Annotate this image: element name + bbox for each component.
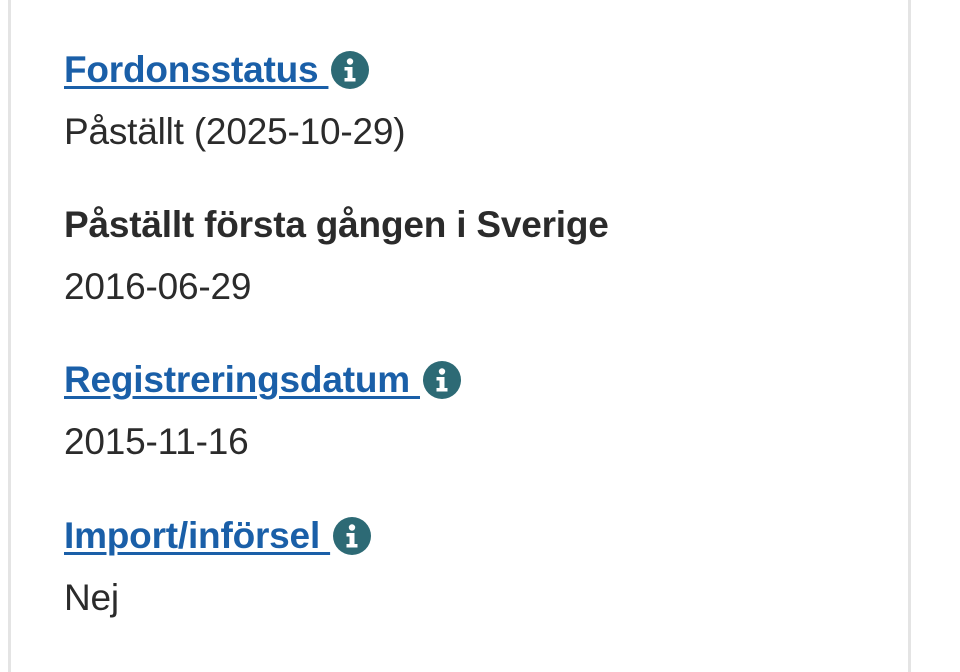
registreringsdatum-link[interactable]: Registreringsdatum	[64, 359, 420, 401]
field-label-row: Import/införsel	[64, 514, 372, 558]
info-icon[interactable]	[333, 517, 372, 555]
first-registered-sweden-label: Påställt första gången i Sverige	[64, 204, 609, 245]
field-label-row: Registreringsdatum	[64, 358, 461, 402]
registreringsdatum-value: 2015-11-16	[64, 421, 249, 462]
info-icon[interactable]	[423, 361, 461, 399]
field-label-row: Påställt första gången i Sverige	[64, 203, 609, 247]
import-inforsel-value: Nej	[64, 577, 119, 618]
vehicle-info-card: Fordonsstatus Påställt (2025-10-29) Påst…	[8, 0, 911, 672]
field-label-row: Fordonsstatus	[64, 48, 405, 92]
field-import-inforsel: Import/införsel Nej	[64, 514, 372, 620]
page: Fordonsstatus Påställt (2025-10-29) Påst…	[0, 0, 960, 672]
info-icon[interactable]	[331, 51, 370, 89]
fordonsstatus-link[interactable]: Fordonsstatus	[64, 49, 328, 91]
import-inforsel-link[interactable]: Import/införsel	[64, 515, 330, 557]
field-first-registered-sweden: Påställt första gången i Sverige 2016-06…	[64, 203, 609, 309]
fordonsstatus-value: Påställt (2025-10-29)	[64, 111, 406, 152]
field-registreringsdatum: Registreringsdatum 2015-11-16	[64, 358, 461, 464]
field-fordonsstatus: Fordonsstatus Påställt (2025-10-29)	[64, 48, 406, 154]
first-registered-sweden-value: 2016-06-29	[64, 266, 252, 307]
